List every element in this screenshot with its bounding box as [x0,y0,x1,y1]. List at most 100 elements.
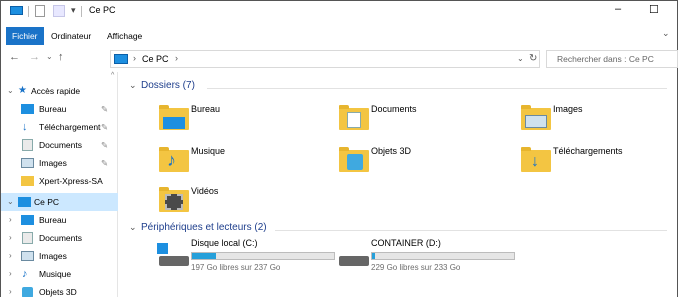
chevron-down-icon[interactable]: ⌄ [7,193,14,211]
navigation-pane: ^ ⌄ ★ Accès rapide Bureau ✎ ↓ Télécharge… [0,72,118,297]
music-icon: ♪ [22,268,28,280]
collapse-group-icon[interactable]: ⌄ [129,80,137,91]
folder-label: Musique [191,146,226,156]
title-bar: ▾ Ce PC – ☐ [0,0,678,22]
drive-usage-fill [192,253,217,259]
folder-icon [21,176,34,186]
nav-quick-xpert[interactable]: Xpert-Xpress-SA [1,172,118,190]
separator [28,6,29,17]
folder-label: Vidéos [191,186,219,196]
nav-quick-access[interactable]: ⌄ ★ Accès rapide [1,82,118,100]
chevron-right-icon[interactable]: › [133,53,136,63]
nav-label: Images [39,158,67,168]
refresh-icon[interactable]: ↻ [529,53,537,64]
nav-quick-images[interactable]: Images ✎ [1,154,118,172]
folder-label: Bureau [191,104,221,114]
minimize-button[interactable]: – [615,3,621,15]
new-folder-icon[interactable] [53,5,65,17]
folder-label: Objets 3D [371,146,412,156]
pin-icon[interactable]: ✎ [101,118,108,136]
desktop-icon [21,215,34,225]
tab-affichage[interactable]: Affichage [101,27,148,45]
pc-icon [114,54,128,64]
drive-d[interactable]: CONTAINER (D:) 229 Go libres sur 233 Go [337,238,517,276]
folder-images[interactable]: Images [519,102,674,136]
folder-label: Images [553,104,583,114]
drive-usage-bar [191,252,335,260]
nav-label: Accès rapide [31,86,81,96]
chevron-right-icon[interactable]: › [9,211,12,229]
nav-quick-telechargements[interactable]: ↓ Téléchargements ✎ [1,118,118,136]
back-icon[interactable]: ← [9,51,20,63]
collapse-group-icon[interactable]: ⌄ [129,222,137,233]
folder-label: Téléchargements [553,146,623,156]
content-pane: ⌄ Dossiers (7) Bureau Documents Images ♪… [119,72,678,297]
nav-label: Téléchargements [39,122,101,132]
chevron-down-icon[interactable]: ⌄ [7,82,14,100]
nav-pc-documents[interactable]: › Documents [1,229,118,247]
nav-label: Ce PC [34,197,60,207]
objects-3d-icon [22,287,33,297]
nav-pc-objets-3d[interactable]: › Objets 3D [1,283,118,297]
tab-fichier[interactable]: Fichier [6,27,44,45]
drive-c[interactable]: Disque local (C:) 197 Go libres sur 237 … [157,238,337,276]
devices-group-header[interactable]: Périphériques et lecteurs (2) [141,222,267,233]
recent-locations-icon[interactable]: ⌄ [46,52,53,61]
nav-ce-pc[interactable]: ⌄ Ce PC [1,193,118,211]
windows-logo-icon [157,243,168,254]
chevron-right-icon[interactable]: › [9,283,12,297]
folder-musique[interactable]: ♪ Musique [157,144,327,178]
nav-label: Documents [39,140,82,150]
separator [81,6,82,17]
nav-quick-documents[interactable]: Documents ✎ [1,136,118,154]
images-folder-icon [521,105,551,130]
drive-free-space: 229 Go libres sur 233 Go [371,263,461,272]
folder-objets-3d[interactable]: Objets 3D [337,144,507,178]
qat-dropdown-icon[interactable]: ▾ [71,5,76,16]
drive-name: CONTAINER (D:) [371,238,441,248]
chevron-right-icon[interactable]: › [175,53,178,63]
forward-icon[interactable]: → [29,51,40,63]
nav-pc-bureau[interactable]: › Bureau [1,211,118,229]
tab-ordinateur[interactable]: Ordinateur [45,27,97,45]
pin-icon[interactable]: ✎ [101,136,108,154]
hard-drive-icon [159,256,189,266]
drive-usage-fill [372,253,375,259]
nav-label: Documents [39,233,82,243]
download-icon: ↓ [22,121,28,133]
folder-videos[interactable]: Vidéos [157,184,327,218]
chevron-right-icon[interactable]: › [9,229,12,247]
address-path[interactable]: Ce PC [142,54,169,64]
ribbon-expand-icon[interactable]: ⌄ [662,28,670,39]
hard-drive-icon [339,256,369,266]
documents-icon [22,232,33,244]
documents-folder-icon [339,105,369,130]
folder-bureau[interactable]: Bureau [157,102,327,136]
group-divider [207,88,667,89]
nav-label: Bureau [39,215,67,225]
drive-name: Disque local (C:) [191,238,258,248]
properties-icon[interactable] [35,5,45,17]
address-bar[interactable]: › Ce PC › ⌄ ↻ [110,50,540,68]
pin-icon[interactable]: ✎ [101,154,108,172]
pin-icon[interactable]: ✎ [101,100,108,118]
downloads-folder-icon: ↓ [521,147,551,172]
chevron-right-icon[interactable]: › [9,247,12,265]
videos-folder-icon [159,187,189,212]
chevron-right-icon[interactable]: › [9,265,12,283]
nav-label: Objets 3D [39,287,77,297]
up-icon[interactable]: ↑ [58,51,64,63]
images-icon [21,158,34,168]
nav-pc-musique[interactable]: › ♪ Musique [1,265,118,283]
address-dropdown-icon[interactable]: ⌄ [517,54,524,63]
folders-group-header[interactable]: Dossiers (7) [141,80,195,91]
folder-documents[interactable]: Documents [337,102,507,136]
nav-quick-bureau[interactable]: Bureau ✎ [1,100,118,118]
folder-telechargements[interactable]: ↓ Téléchargements [519,144,674,178]
nav-pc-images[interactable]: › Images [1,247,118,265]
pc-icon [10,6,23,15]
maximize-button[interactable]: ☐ [649,3,659,16]
window-title: Ce PC [89,5,116,15]
scroll-up-icon[interactable]: ^ [111,72,114,79]
search-input[interactable]: Rechercher dans : Ce PC [546,50,678,68]
